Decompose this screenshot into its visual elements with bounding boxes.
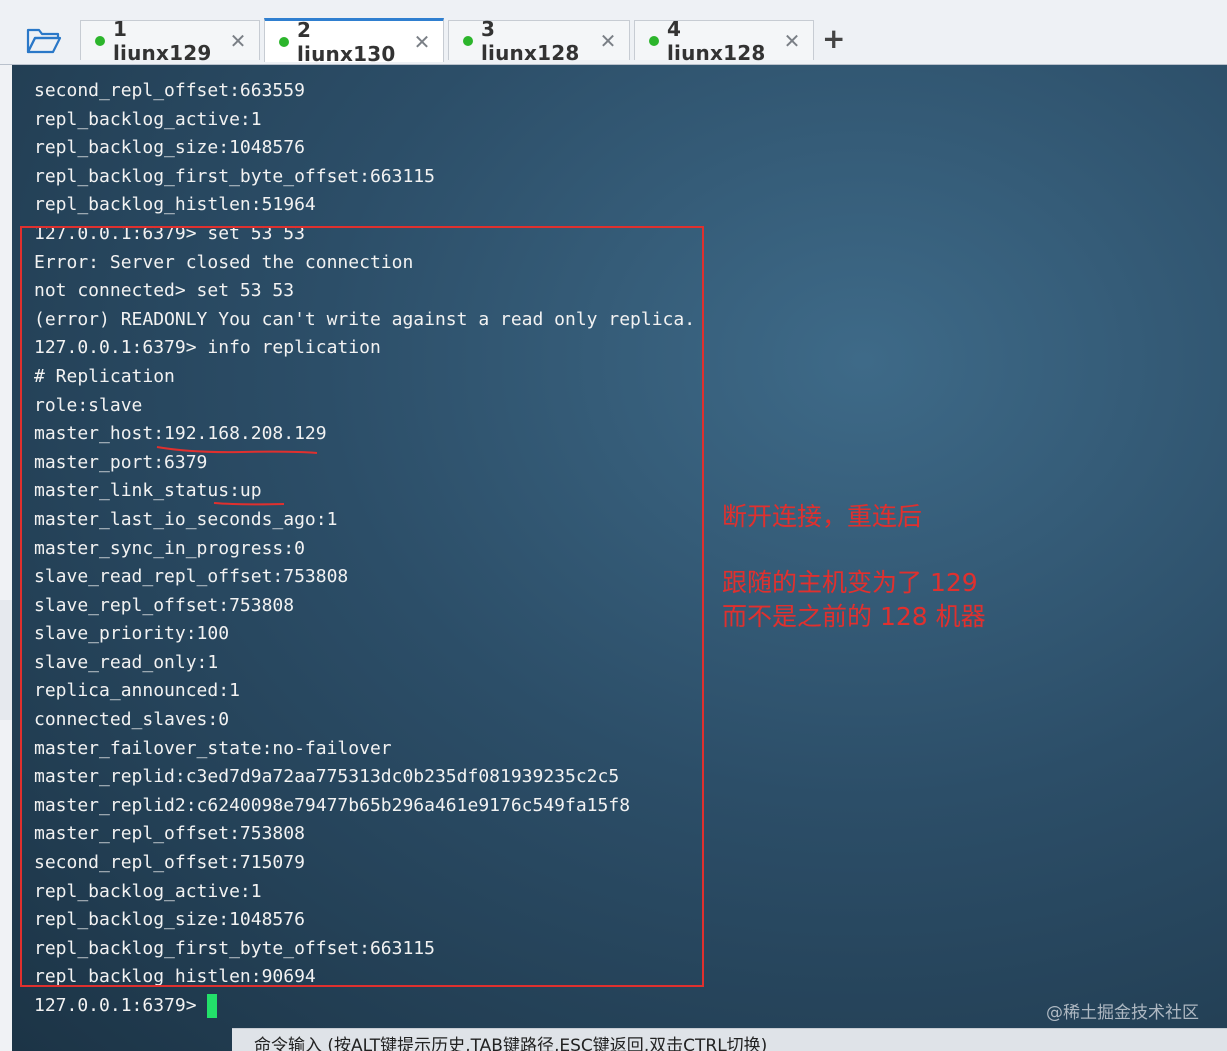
status-dot [463,35,473,46]
folder-icon[interactable] [26,24,62,56]
tab-3[interactable]: 3 liunx128 ✕ [448,17,630,65]
status-dot [279,36,289,47]
annotation-line-2: 跟随的主机变为了 129 [722,568,978,597]
close-icon[interactable]: ✕ [595,29,621,53]
new-tab-button[interactable]: + [822,22,845,55]
close-icon[interactable]: ✕ [779,29,805,53]
highlight-box [20,226,704,987]
terminal-line: repl_backlog_active:1 [34,108,262,130]
terminal-line: repl_backlog_size:1048576 [34,137,305,159]
prompt: 127.0.0.1:6379> [34,995,197,1016]
tab-4[interactable]: 4 liunx128 ✕ [634,17,814,65]
underline-mark [156,446,318,454]
tab-label: 2 liunx130 [297,17,396,66]
tab-label: 4 liunx128 [667,16,766,65]
close-icon[interactable]: ✕ [225,29,251,53]
annotation-line-3: 而不是之前的 128 机器 [722,602,986,631]
tab-1[interactable]: 1 liunx129 ✕ [80,17,260,65]
command-input-bar[interactable]: 命令输入 (按ALT键提示历史,TAB键路径,ESC键返回,双击CTRL切换) [232,1028,1227,1051]
terminal-line: repl_backlog_histlen:51964 [34,194,316,216]
terminal-line: second_repl_offset:663559 [34,80,305,101]
watermark: @稀土掘金技术社区 [1046,1003,1199,1023]
status-dot [649,35,659,46]
cursor [206,994,217,1018]
underline-mark [213,502,285,506]
tab-label: 3 liunx128 [481,16,580,65]
tab-2[interactable]: 2 liunx130 ✕ [264,18,444,66]
tab-label: 1 liunx129 [113,16,212,65]
prompt-line: 127.0.0.1:6379> [34,992,695,1021]
terminal-output[interactable]: second_repl_offset:663559 repl_backlog_ac… [12,65,1227,1051]
annotation-line-1: 断开连接，重连后 [722,502,923,531]
side-handle[interactable] [0,600,12,720]
terminal-line: repl_backlog_first_byte_offset:663115 [34,165,435,187]
status-dot [95,35,105,46]
tab-bar: 1 liunx129 ✕ 2 liunx130 ✕ 3 liunx128 ✕ 4… [0,0,1227,66]
close-icon[interactable]: ✕ [409,30,435,54]
